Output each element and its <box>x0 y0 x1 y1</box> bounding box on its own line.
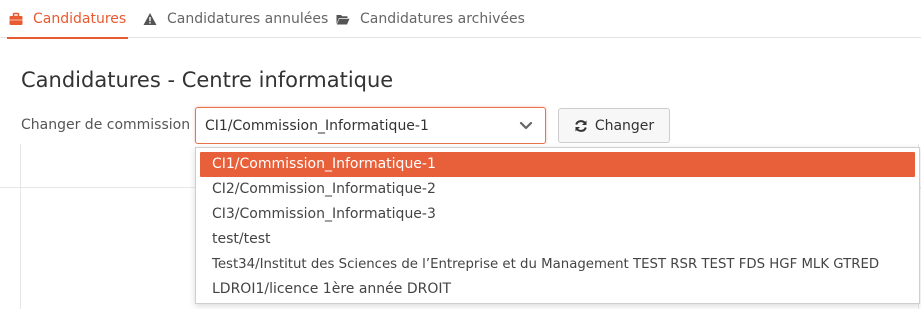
warning-icon <box>143 13 157 25</box>
commission-option[interactable]: Test34/Institut des Sciences de l’Entrep… <box>200 252 915 277</box>
refresh-icon <box>575 119 587 132</box>
table-divider <box>20 144 21 309</box>
commission-dropdown-list: CI1/Commission_Informatique-1 CI2/Commis… <box>195 147 920 304</box>
tab-label: Candidatures <box>33 11 127 27</box>
tab-candidatures-archivees[interactable]: Candidatures archivées <box>336 0 525 38</box>
commission-option[interactable]: test/test <box>200 227 915 252</box>
commission-select-value: CI1/Commission_Informatique-1 <box>205 117 429 134</box>
page-title: Candidatures - Centre informatique <box>21 68 394 92</box>
changer-button-label: Changer <box>594 117 655 134</box>
folder-open-icon <box>336 15 350 25</box>
chevron-down-icon <box>519 121 533 130</box>
briefcase-icon <box>9 12 23 25</box>
tab-label: Candidatures annulées <box>167 11 329 27</box>
commission-option[interactable]: LDROI1/licence 1ère année DROIT <box>200 277 915 302</box>
commission-option[interactable]: CI2/Commission_Informatique-2 <box>200 177 915 202</box>
tab-label: Candidatures archivées <box>360 11 525 27</box>
tab-candidatures[interactable]: Candidatures <box>6 0 129 39</box>
changer-button[interactable]: Changer <box>558 108 670 143</box>
commission-option[interactable]: CI1/Commission_Informatique-1 <box>200 152 915 177</box>
commission-select[interactable]: CI1/Commission_Informatique-1 <box>195 107 546 144</box>
tab-bar: Candidatures Candidatures annulées Candi… <box>0 0 921 39</box>
commission-option[interactable]: CI3/Commission_Informatique-3 <box>200 202 915 227</box>
commission-label: Changer de commission <box>21 117 191 133</box>
tab-candidatures-annulees[interactable]: Candidatures annulées <box>143 0 328 38</box>
